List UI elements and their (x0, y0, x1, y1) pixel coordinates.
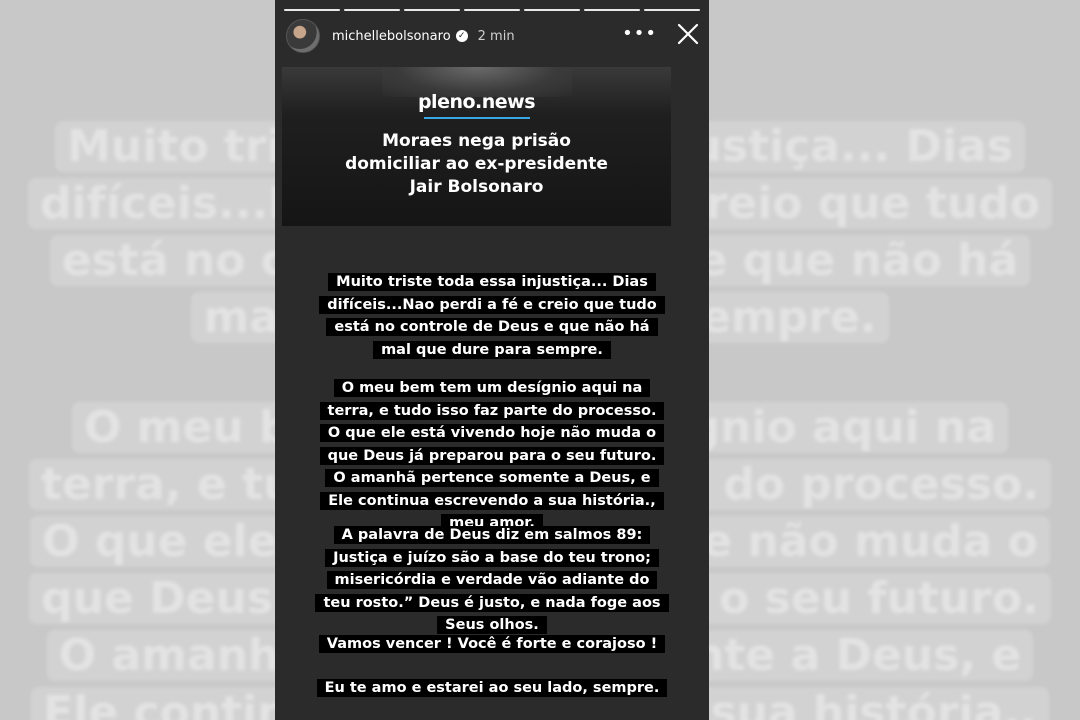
story-header: michellebolsonaro ✓ 2 min ••• (286, 19, 701, 53)
more-options-icon[interactable]: ••• (622, 23, 657, 44)
close-icon[interactable] (675, 21, 701, 47)
news-brand-logo: pleno.news (417, 91, 536, 113)
progress-segment (464, 9, 520, 11)
caption-paragraph-1: Muito triste toda essa injustiça... Dias… (275, 271, 709, 361)
story-viewer[interactable]: michellebolsonaro ✓ 2 min ••• pleno.news… (275, 0, 709, 720)
avatar[interactable] (286, 19, 320, 53)
caption-paragraph-2: O meu bem tem um desígnio aqui na terra, … (275, 377, 709, 535)
caption-paragraph-3: A palavra de Deus diz em salmos 89: Justi… (275, 524, 709, 637)
progress-segment (284, 9, 340, 11)
progress-segment (404, 9, 460, 11)
news-card-image: pleno.news Moraes nega prisão domiciliar … (282, 67, 671, 226)
progress-segment (344, 9, 400, 11)
progress-segment (644, 9, 700, 11)
post-time: 2 min (477, 28, 515, 44)
story-progress-bar (284, 9, 700, 11)
caption-paragraph-4: Vamos vencer ! Você é forte e corajoso ! (275, 633, 709, 656)
news-headline: Moraes nega prisão domiciliar ao ex-presi… (345, 131, 608, 197)
brand-underline (424, 117, 530, 119)
username-link[interactable]: michellebolsonaro (332, 29, 451, 44)
caption-paragraph-5: Eu te amo e estarei ao seu lado, sempre. (275, 677, 709, 700)
progress-segment (524, 9, 580, 11)
progress-segment (584, 9, 640, 11)
verified-badge-icon: ✓ (455, 30, 468, 42)
